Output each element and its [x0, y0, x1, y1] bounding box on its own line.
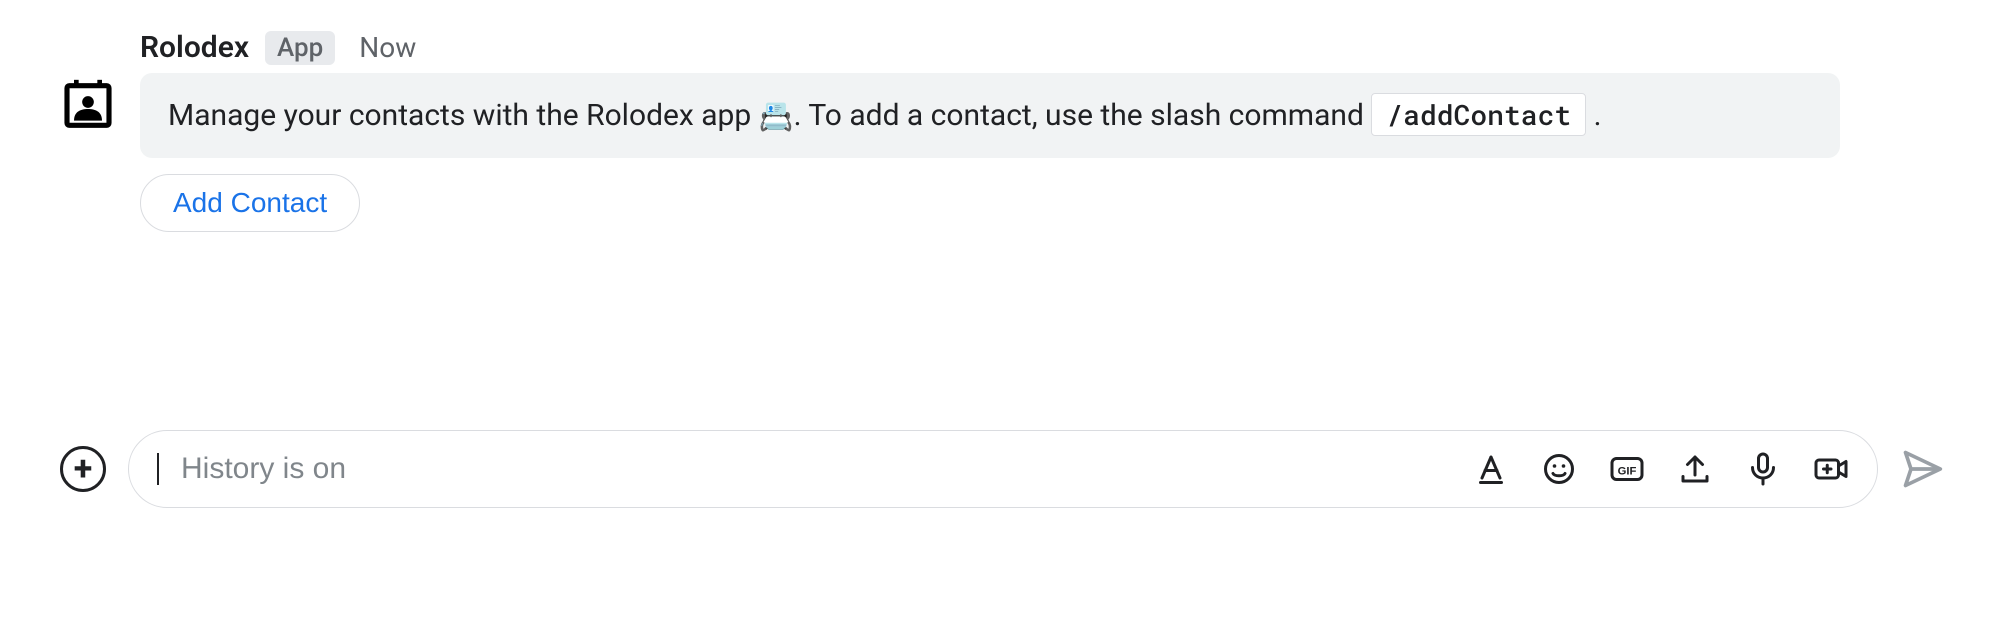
emoji-icon[interactable] [1541, 451, 1577, 487]
format-text-icon[interactable] [1473, 451, 1509, 487]
add-contact-button[interactable]: Add Contact [140, 174, 360, 232]
text-cursor [157, 453, 159, 485]
app-badge: App [265, 31, 335, 65]
gif-icon[interactable]: GIF [1609, 451, 1645, 487]
message-header: Rolodex App Now [140, 30, 1840, 65]
message-text-part1: Manage your contacts with the Rolodex ap… [168, 98, 759, 133]
compose-input[interactable] [181, 452, 1453, 486]
send-button[interactable] [1900, 447, 1944, 491]
microphone-icon[interactable] [1745, 451, 1781, 487]
app-avatar-icon [60, 74, 116, 130]
message-row: Rolodex App Now Manage your contacts wit… [60, 30, 1944, 232]
video-icon[interactable] [1813, 451, 1849, 487]
compose-row: GIF [60, 430, 1944, 508]
svg-text:GIF: GIF [1618, 465, 1637, 477]
upload-icon[interactable] [1677, 451, 1713, 487]
message-text-part3: . [1586, 98, 1601, 133]
slash-command-code: /addContact [1371, 93, 1586, 136]
compose-input-wrapper: GIF [128, 430, 1878, 508]
timestamp: Now [359, 31, 416, 64]
card-index-emoji: 📇 [759, 100, 794, 133]
message-text-part2: . To add a contact, use the slash comman… [794, 98, 1372, 133]
sender-name: Rolodex [140, 30, 249, 65]
message-bubble: Manage your contacts with the Rolodex ap… [140, 73, 1840, 158]
add-attachment-button[interactable] [60, 446, 106, 492]
